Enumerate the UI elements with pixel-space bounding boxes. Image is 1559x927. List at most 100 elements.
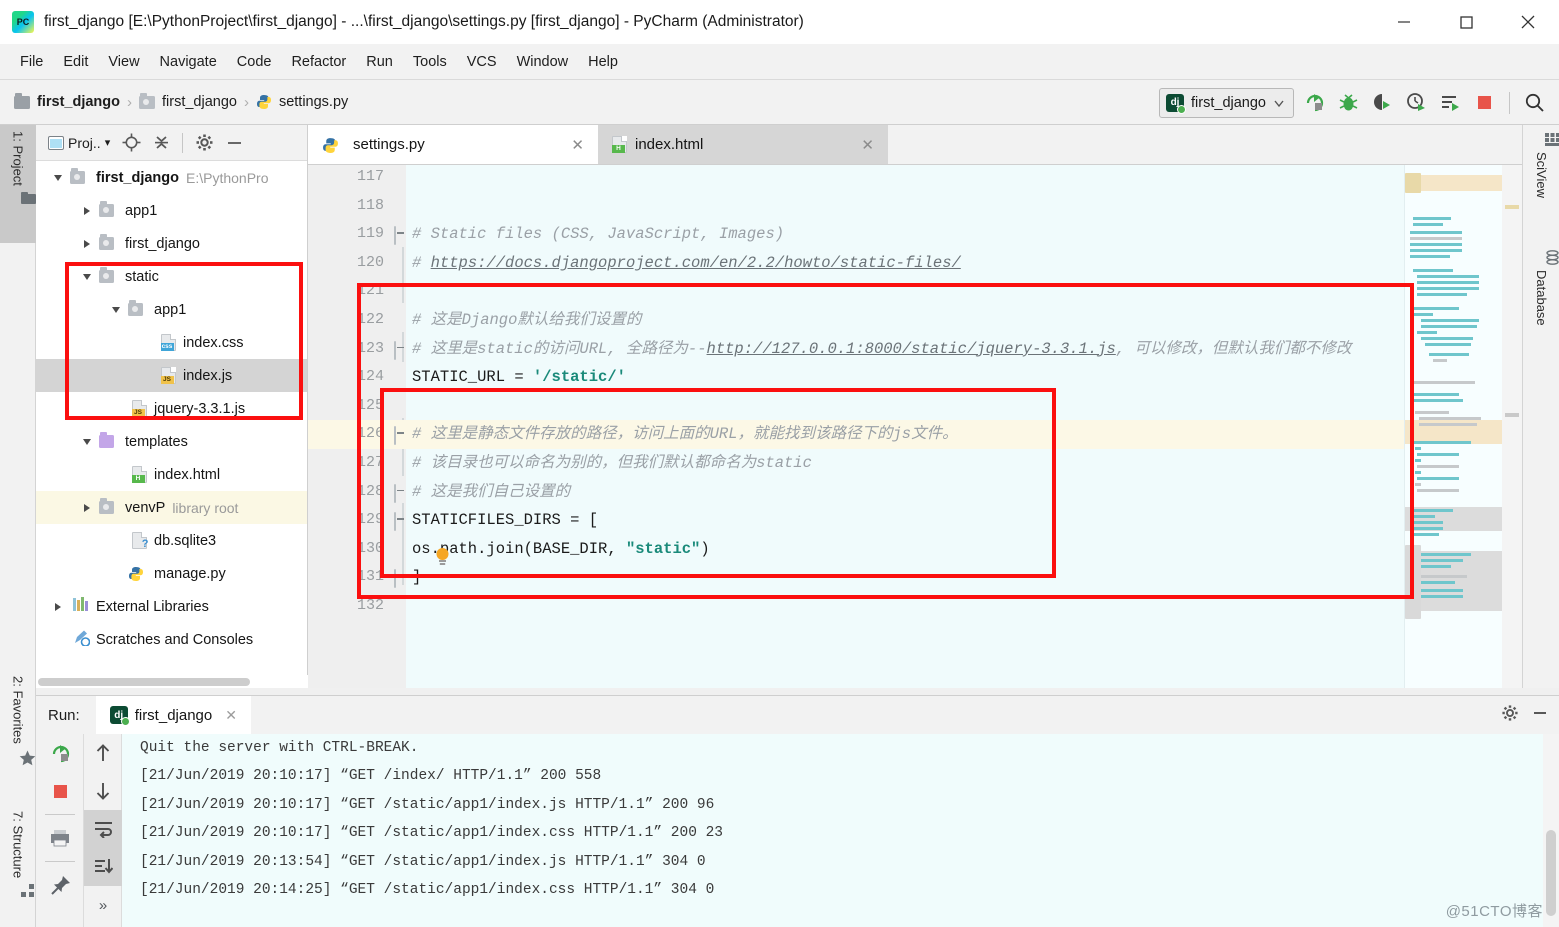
gear-icon[interactable] [191, 130, 217, 156]
sidebar-item-project[interactable]: 1: Project [0, 125, 36, 243]
menu-item-tools[interactable]: Tools [403, 51, 457, 73]
gear-icon[interactable] [1501, 704, 1519, 727]
menu-item-code[interactable]: Code [227, 51, 282, 73]
minimize-icon[interactable] [1373, 0, 1435, 44]
minimap-viewport[interactable] [1405, 545, 1421, 619]
scrollbar-thumb[interactable] [1546, 830, 1556, 916]
run-header-actions [1501, 696, 1549, 734]
up-arrow-icon[interactable] [84, 734, 122, 772]
code-line[interactable] [308, 192, 1522, 221]
chevron-down-icon[interactable] [75, 439, 99, 445]
minimap-viewport[interactable] [1405, 173, 1421, 193]
tree-item-db-sqlite3[interactable]: ? db.sqlite3 [36, 524, 307, 557]
collapse-all-icon[interactable] [148, 130, 174, 156]
close-icon[interactable]: ✕ [225, 707, 237, 724]
close-icon[interactable]: ✕ [571, 136, 584, 154]
chevron-down-icon[interactable] [46, 175, 70, 181]
run-with-coverage-icon[interactable] [1368, 89, 1396, 117]
chevron-right-icon[interactable] [75, 240, 99, 248]
editor-minimap[interactable] [1404, 165, 1502, 688]
project-tree[interactable]: first_django E:\PythonPro app1 first_django… [36, 161, 307, 674]
fold-collapse-icon[interactable] [394, 227, 408, 241]
profile-icon[interactable] [1402, 89, 1430, 117]
sidebar-item-structure[interactable]: 7: Structure [0, 805, 36, 927]
more-icon[interactable]: » [84, 886, 122, 924]
tree-item-venvp[interactable]: venvP library root [36, 491, 307, 524]
debug-icon[interactable] [1334, 89, 1362, 117]
fold-end-icon[interactable] [394, 485, 408, 499]
search-everywhere-icon[interactable] [1521, 89, 1549, 117]
chevron-right-icon[interactable] [75, 207, 99, 215]
code-line[interactable] [308, 165, 1522, 192]
tree-item-index-html[interactable]: Hindex.html [36, 458, 307, 491]
editor-tab-index-html[interactable]: Hindex.html ✕ [598, 125, 888, 164]
scroll-to-end-icon[interactable] [84, 848, 122, 886]
menu-item-window[interactable]: Window [507, 51, 579, 73]
down-arrow-icon[interactable] [84, 772, 122, 810]
run-console[interactable]: Quit the server with CTRL-BREAK. [21/Jun/… [122, 734, 1559, 927]
code-line[interactable] [308, 592, 1522, 621]
close-icon[interactable] [1497, 0, 1559, 44]
chevron-right-icon[interactable] [46, 603, 70, 611]
chevron-right-icon[interactable] [75, 504, 99, 512]
tree-item-external-libraries[interactable]: External Libraries [36, 590, 307, 623]
tree-item-templates[interactable]: templates [36, 425, 307, 458]
code-line[interactable] [308, 392, 1522, 421]
tree-item-app1[interactable]: app1 [36, 194, 307, 227]
run-tab[interactable]: dj first_django ✕ [96, 696, 251, 734]
lightbulb-icon[interactable] [434, 547, 450, 567]
hide-icon[interactable] [1531, 704, 1549, 727]
tree-item-index-css[interactable]: css index.css [36, 326, 307, 359]
chevron-down-icon[interactable] [75, 274, 99, 280]
fold-collapse-icon[interactable] [394, 513, 408, 527]
fold-collapse-icon[interactable] [394, 427, 408, 441]
console-scrollbar[interactable] [1543, 734, 1559, 927]
fold-end-icon[interactable] [394, 342, 408, 356]
sidebar-item-favorites[interactable]: 2: Favorites [0, 670, 36, 800]
tree-item-manage-py[interactable]: manage.py [36, 557, 307, 590]
breadcrumb-item-settings-py[interactable]: settings.py [256, 94, 348, 110]
tree-item-static[interactable]: static [36, 260, 307, 293]
fold-end-icon[interactable] [394, 570, 408, 584]
editor-scrollbar[interactable] [1502, 165, 1522, 688]
menu-item-help[interactable]: Help [578, 51, 628, 73]
project-tree-hscrollbar[interactable] [36, 675, 308, 688]
menu-item-file[interactable]: File [10, 51, 53, 73]
close-icon[interactable]: ✕ [861, 136, 874, 154]
project-view-dropdown[interactable]: Proj.. ▾ [44, 133, 114, 153]
menu-item-vcs[interactable]: VCS [457, 51, 507, 73]
print-icon[interactable] [36, 819, 84, 857]
tree-item-index-js[interactable]: JS index.js [36, 359, 307, 392]
tree-item-first-django[interactable]: first_django [36, 227, 307, 260]
code-line[interactable] [308, 277, 1522, 306]
maximize-icon[interactable] [1435, 0, 1497, 44]
sidebar-item-database[interactable]: Database [1523, 250, 1559, 390]
menu-item-refactor[interactable]: Refactor [281, 51, 356, 73]
code-editor[interactable]: 117 118 119 # Static files (CSS, JavaScript… [308, 165, 1522, 688]
sidebar-item-sciview[interactable]: SciView [1523, 133, 1559, 243]
hide-icon[interactable] [221, 130, 247, 156]
scrollbar-thumb[interactable] [38, 678, 250, 686]
breadcrumb-item-first_django[interactable]: first_django [139, 94, 237, 110]
chevron-down-icon[interactable] [104, 307, 128, 313]
stop-icon[interactable] [1470, 89, 1498, 117]
menu-item-edit[interactable]: Edit [53, 51, 98, 73]
locate-target-icon[interactable] [118, 130, 144, 156]
rerun-icon[interactable] [36, 734, 84, 772]
soft-wrap-icon[interactable] [84, 810, 122, 848]
stop-icon[interactable] [36, 772, 84, 810]
editor-tab-settings-py[interactable]: settings.py ✕ [308, 125, 598, 164]
menu-item-view[interactable]: View [98, 51, 149, 73]
tree-item-app1[interactable]: app1 [36, 293, 307, 326]
tree-item-jquery-3-3-1-js[interactable]: JS jquery-3.3.1.js [36, 392, 307, 425]
breadcrumb-item-first_django[interactable]: first_django [14, 94, 120, 110]
pin-icon[interactable] [36, 866, 84, 904]
code-line[interactable] [308, 563, 1522, 592]
tree-item-scratches-and-consoles[interactable]: Scratches and Consoles [36, 623, 307, 656]
run-configuration-selector[interactable]: dj first_django [1159, 88, 1294, 118]
run-icon[interactable] [1300, 89, 1328, 117]
menu-item-navigate[interactable]: Navigate [150, 51, 227, 73]
tree-item-first-django[interactable]: first_django E:\PythonPro [36, 161, 307, 194]
run-dashboard-icon[interactable] [1436, 89, 1464, 117]
menu-item-run[interactable]: Run [356, 51, 403, 73]
